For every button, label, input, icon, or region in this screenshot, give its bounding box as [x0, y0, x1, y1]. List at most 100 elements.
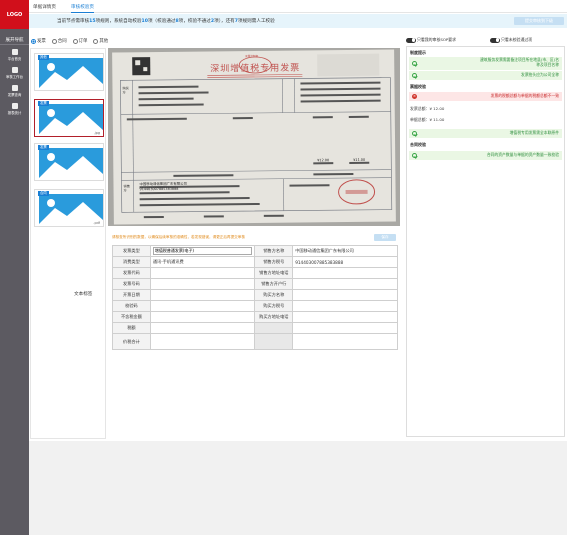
attachment-thumb[interactable]: 其他: [34, 53, 104, 91]
field-label: 销售方开户行: [254, 278, 294, 290]
radio-label: 订单: [78, 39, 88, 44]
image-placeholder-icon: [39, 58, 103, 88]
check-icon: [412, 61, 417, 66]
invoice-field-form: 发票类型 销售方名称 中国移动通信集团广东有限公司 消费类型 通讯-手机通讯费 …: [112, 245, 398, 350]
rule-pass[interactable]: 增值税专用发票需全本联原件: [409, 129, 562, 138]
form-row: 价税合计: [112, 333, 398, 350]
form-row: 不含税金额 购买方地址电话: [112, 311, 398, 323]
field-label: 税额: [112, 322, 151, 334]
form-row: 发票号码 销售方开户行: [112, 278, 398, 290]
field-value[interactable]: 通讯-手机通讯费: [149, 256, 256, 268]
field-label: 不含税金额: [112, 311, 151, 323]
field-value[interactable]: 914403007885383888: [292, 256, 398, 268]
type-radio-invoice[interactable]: 发票: [31, 38, 46, 44]
type-radio-contract[interactable]: 合同: [51, 38, 67, 44]
audit-summary-text: 当前节点需审核15项规则，系统自动校验10项（校验通过8项，校验不通过2项），还…: [57, 18, 275, 24]
field-value: [292, 322, 398, 334]
tab-document-detail[interactable]: 单据详情页: [33, 4, 56, 10]
rule-pass[interactable]: 合同的资产数量与单据的资产数量一致校验: [409, 151, 562, 160]
rule-text: 建筑服务发票需要备注项目所在地县(市、区)名称及项目名称: [480, 57, 559, 67]
field-value[interactable]: [292, 278, 398, 290]
invoice-seller-name: 中国移动通信集团广东有限公司: [139, 181, 187, 187]
field-value[interactable]: [292, 300, 398, 312]
rule-pass[interactable]: 建筑服务发票需要备注项目所在地县(市、区)名称及项目名称: [409, 57, 562, 70]
radio-label: 其他: [99, 39, 109, 44]
attachment-thumb-selected[interactable]: 发票 .jpg: [34, 99, 104, 137]
document-type-filter: 发票 合同 订单 其他: [31, 38, 108, 44]
field-label: 开票日期: [112, 289, 151, 301]
invoice-stamp-text: 发票监制章: [245, 54, 259, 59]
type-radio-order[interactable]: 订单: [72, 38, 88, 44]
image-placeholder-icon: [39, 194, 103, 224]
invoice-type-input[interactable]: [152, 247, 253, 255]
page-footer-area: [29, 441, 567, 535]
rule-text: 合同的资产数量与单据的资产数量一致校验: [486, 152, 559, 157]
toggle-switch: [490, 37, 500, 43]
invoice-preview[interactable]: 深圳增值税专用发票 发票监制章 购买方 销售方 中国移动通信集团广东有限公司 9…: [108, 48, 400, 226]
field-label: 销售方名称: [254, 245, 294, 257]
invoice-title: 深圳增值税专用发票: [210, 63, 301, 75]
nav-toggle[interactable]: 展开导航: [0, 36, 29, 45]
check-icon: [412, 131, 417, 136]
audit-rules-panel: 制度提示 建筑服务发票需要备注项目所在地县(市、区)名称及项目名称 发票抬头应为…: [406, 46, 565, 437]
rule-text: 发票的税额总额与单据的税额总额不一致: [490, 93, 559, 98]
field-value[interactable]: [149, 322, 256, 334]
field-label: 购买方地址电话: [254, 311, 294, 323]
type-radio-other[interactable]: 其他: [93, 38, 108, 44]
error-icon: ×: [412, 94, 417, 99]
nav-item-home[interactable]: 平台首页: [2, 48, 27, 64]
form-row: 发票代码 销售方地址电话: [112, 267, 398, 279]
rule-fail[interactable]: × 发票的税额总额与单据的税额总额不一致: [409, 92, 562, 101]
field-value[interactable]: [149, 333, 256, 350]
tab-bar: 单据详情页 审核校验页: [29, 0, 567, 13]
field-value[interactable]: [149, 289, 256, 301]
summary-part: 项，校验不通过: [178, 19, 211, 24]
text-label: 文本标签: [74, 292, 93, 297]
save-button[interactable]: 保存: [374, 234, 396, 241]
image-placeholder-icon: [39, 104, 103, 134]
field-value[interactable]: [149, 267, 256, 279]
field-value[interactable]: 中国移动通信集团广东有限公司: [292, 245, 398, 257]
logo: LOGO: [0, 0, 29, 29]
attachment-thumb[interactable]: 合同 .pdf: [34, 189, 104, 227]
rule-pass[interactable]: 发票抬头应为公司全称: [409, 71, 562, 80]
summary-part: 项规则需人工校验: [237, 19, 275, 24]
field-label: 销售方税号: [254, 256, 294, 268]
amount-invoice: 发票总额：¥ 12.00: [410, 106, 444, 112]
field-value[interactable]: [292, 267, 398, 279]
attachment-list: 其他 发票 .jpg 发票 合同 .pdf: [30, 48, 106, 439]
field-value[interactable]: [292, 311, 398, 323]
check-icon: [412, 153, 417, 158]
form-row: 开票日期 购买方名称: [112, 289, 398, 301]
attachment-tag: 发票: [38, 101, 49, 106]
ocr-warning-text: 请核查所识别的数据，以确保后续审核的准确性，若发现错误，请更正后再提交审核: [112, 235, 245, 239]
tab-audit-check[interactable]: 审核校验页: [71, 4, 94, 13]
field-value[interactable]: [149, 300, 256, 312]
report-icon: [11, 103, 18, 109]
nav-item-reports[interactable]: 报表统计: [2, 102, 27, 118]
document-icon: [11, 85, 18, 91]
field-value-cell: [149, 245, 256, 257]
toggle-label: 只看我的审核SOP要求: [417, 37, 457, 42]
field-value[interactable]: [292, 289, 398, 301]
radio-dot: [93, 38, 99, 44]
toggle-my-sop[interactable]: 只看我的审核SOP要求: [406, 37, 456, 43]
field-label: 校验码: [112, 300, 151, 312]
nav-item-invoice-query[interactable]: 发票查询: [2, 84, 27, 100]
radio-dot: [31, 38, 36, 44]
field-value[interactable]: [149, 311, 256, 323]
form-row: 税额: [112, 322, 398, 334]
invoice-amount: ¥12.00: [317, 158, 330, 163]
audit-summary-bar: 当前节点需审核15项规则，系统自动校验10项（校验通过8项，校验不通过2项），还…: [29, 14, 567, 28]
form-row: 消费类型 通讯-手机通讯费 销售方税号 914403007885383888: [112, 256, 398, 268]
nav-item-workbench[interactable]: 审核工作台: [2, 66, 27, 82]
submit-audit-button[interactable]: 提交审核到下级: [514, 17, 564, 25]
field-label: 发票类型: [112, 245, 151, 257]
empty-label: [254, 333, 294, 350]
invoice-seller-taxno: 914403007885383888: [139, 186, 179, 192]
attachment-thumb[interactable]: 发票: [34, 143, 104, 181]
toggle-failed-only[interactable]: 只看未校验通过项: [490, 37, 532, 43]
amount-value: ¥ 11.00: [429, 117, 445, 122]
field-value[interactable]: [149, 278, 256, 290]
section-invoice-check: 票据校验: [410, 84, 426, 89]
